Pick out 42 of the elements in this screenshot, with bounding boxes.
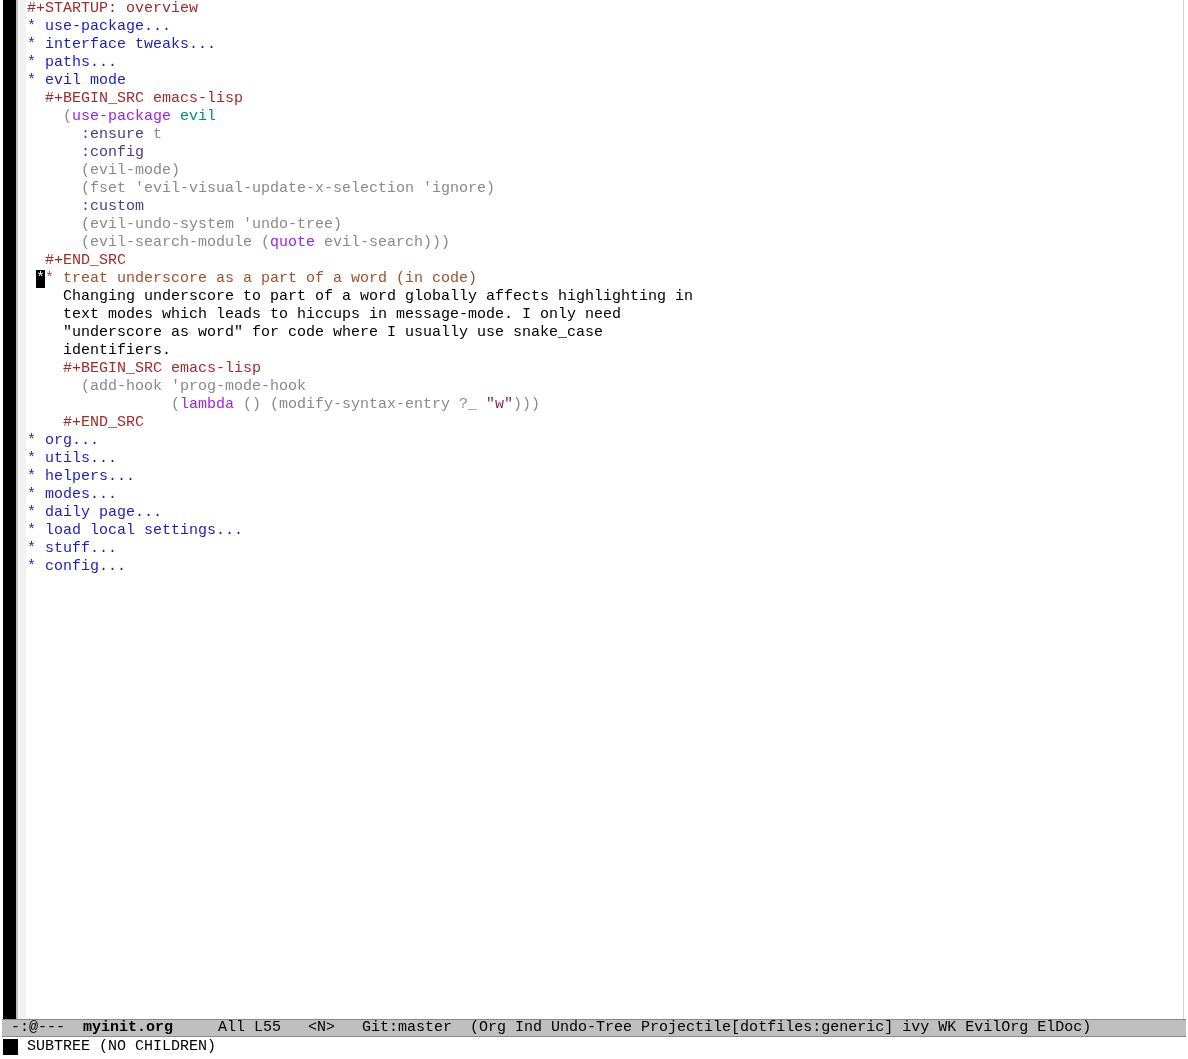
- org-heading: * org...: [27, 432, 99, 450]
- org-heading: * daily page...: [27, 504, 163, 522]
- org-heading: * use-package...: [27, 18, 172, 36]
- org-keyword-line: #+BEGIN_SRC emacs-lisp: [62, 360, 262, 378]
- org-heading: * evil mode: [27, 72, 127, 90]
- body-text: Changing underscore to part of a word globally affects highlighting in: [62, 288, 694, 306]
- org-keyword-line: #+END_SRC: [44, 252, 127, 270]
- org-heading: * modes...: [27, 486, 117, 504]
- mode-line-item: All L55: [218, 1019, 282, 1037]
- minibuffer-scroll-bar[interactable]: [3, 1039, 18, 1055]
- body-text: "underscore as word" for code where I usually use snake_case: [62, 324, 604, 342]
- org-heading: * paths...: [27, 54, 117, 72]
- mode-line-item: <N>: [308, 1019, 336, 1037]
- mode-line-item: -:@---: [11, 1019, 65, 1037]
- org-heading: * treat underscore as a part of a word (in code): [45, 270, 478, 288]
- code-line: (fset 'evil-visual-update-x-selection 'ignore): [80, 180, 496, 198]
- code-line: (evil-undo-system 'undo-tree): [80, 216, 343, 234]
- org-heading: * interface tweaks...: [27, 36, 217, 54]
- scroll-bar[interactable]: [3, 0, 18, 1019]
- code-line: (evil-search-module (quote evil-search))): [80, 234, 451, 252]
- mode-line-item: (Org Ind Undo-Tree Projectile[dotfiles:generic] ivy WK EvilOrg ElDoc): [470, 1019, 1092, 1037]
- code-line: :config: [80, 144, 145, 162]
- echo-area-message: SUBTREE (NO CHILDREN): [27, 1038, 217, 1056]
- code-line: (use-package evil: [62, 108, 217, 126]
- org-keyword-line: #+STARTUP: overview: [27, 0, 199, 18]
- org-heading: * helpers...: [27, 468, 136, 486]
- org-keyword-line: #+BEGIN_SRC emacs-lisp: [44, 90, 244, 108]
- org-heading: * config...: [27, 558, 127, 576]
- code-line: (lambda () (modify-syntax-entry ?_ "w"))): [170, 396, 541, 414]
- org-heading: * stuff...: [27, 540, 117, 558]
- org-heading: * load local settings...: [27, 522, 244, 540]
- code-line: (evil-mode): [80, 162, 181, 180]
- code-line: :ensure t: [80, 126, 163, 144]
- code-line: :custom: [80, 198, 145, 216]
- mode-line-item: myinit.org: [83, 1019, 174, 1037]
- body-text: identifiers.: [62, 342, 172, 360]
- text-cursor: *: [36, 270, 45, 288]
- org-keyword-line: #+END_SRC: [62, 414, 145, 432]
- code-line: (add-hook 'prog-mode-hook: [80, 378, 307, 396]
- body-text: text modes which leads to hiccups in message-mode. I only need: [62, 306, 622, 324]
- org-heading: * utils...: [27, 450, 117, 468]
- mode-line-item: Git:master: [362, 1019, 453, 1037]
